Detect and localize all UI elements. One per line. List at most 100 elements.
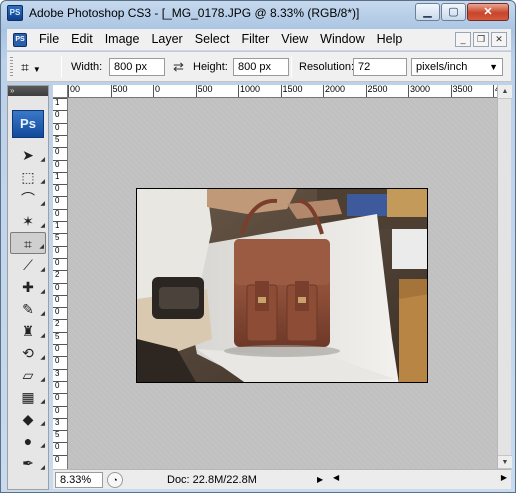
application-window: PS Adobe Photoshop CS3 - [_MG_0178.JPG @… [0, 0, 516, 493]
ruler-origin[interactable] [53, 85, 68, 98]
tool-button[interactable]: ➤ ◢ [10, 144, 46, 166]
maximize-icon: ▢ [448, 6, 459, 18]
tool-button[interactable]: ✚ ◢ [10, 276, 46, 298]
options-bar: ⌗▼ Width: ⇄ Height: Resolution: pixels/i… [7, 52, 511, 82]
ruler-tick-label: 1 [53, 171, 67, 181]
ruler-tick-label: 2 [53, 319, 67, 328]
tool-button[interactable]: ▱ ◢ [10, 364, 46, 386]
close-button[interactable]: ✕ [467, 3, 509, 21]
vertical-scrollbar[interactable]: ▲ ▼ [497, 85, 512, 469]
flyout-triangle-icon: ◢ [40, 377, 45, 383]
tools-panel-header[interactable]: » [8, 86, 48, 96]
tool-button[interactable]: ● ◢ [10, 430, 46, 452]
menu-help[interactable]: Help [371, 32, 409, 46]
ruler-tick-label: 5 [53, 430, 67, 439]
menu-layer[interactable]: Layer [145, 32, 188, 46]
doc-close-button[interactable]: ✕ [491, 32, 507, 47]
scroll-up-button[interactable]: ▲ [498, 85, 512, 99]
status-menu-arrow-icon[interactable]: ▶ [317, 475, 323, 484]
ruler-tick-label: 0 [53, 393, 67, 402]
document-image[interactable] [136, 188, 428, 383]
ruler-tick-label: 3 [53, 368, 67, 378]
clone-stamp-tool-icon: ♜ [21, 323, 35, 339]
status-bar: 8.33% ◔ Doc: 22.8M/22.8M ▶ ◀ ▶ [53, 469, 511, 489]
maximize-button[interactable]: ▢ [441, 3, 466, 21]
tool-button[interactable]: ▦ ◢ [10, 386, 46, 408]
tool-button[interactable]: ✎ ◢ [10, 298, 46, 320]
tool-button[interactable]: ♜ ◢ [10, 320, 46, 342]
menu-image[interactable]: Image [99, 32, 146, 46]
photoshop-logo[interactable]: Ps [12, 110, 44, 138]
swap-dimensions-icon[interactable]: ⇄ [173, 59, 184, 75]
ruler-tick-label: 1 [53, 98, 67, 107]
ruler-tick-label: 0 [53, 442, 67, 451]
options-bar-grip[interactable] [10, 57, 13, 77]
document-window-controls: _ ❐ ✕ [455, 32, 507, 47]
flyout-triangle-icon: ◢ [40, 157, 45, 163]
flyout-triangle-icon: ◢ [40, 311, 45, 317]
tool-button[interactable]: ✒ ◢ [10, 452, 46, 474]
navigator-icon[interactable]: ◔ [107, 472, 123, 488]
tool-button[interactable]: ⌗ ◢ [10, 232, 46, 254]
tool-button[interactable]: ⬚ ◢ [10, 166, 46, 188]
scroll-left-icon[interactable]: ◀ [333, 473, 339, 482]
flyout-triangle-icon: ◢ [40, 465, 45, 471]
tool-preset-picker[interactable]: ⌗ ▼ [21, 57, 51, 77]
ruler-tick-label: 0 [53, 110, 67, 119]
document-size[interactable]: Doc: 22.8M/22.8M [167, 474, 257, 486]
ruler-tick-label: 0 [53, 122, 67, 132]
flyout-triangle-icon: ◢ [40, 179, 45, 185]
doc-restore-button[interactable]: ❐ [473, 32, 489, 47]
arrow-up-icon: ▲ [501, 88, 509, 95]
menu-edit[interactable]: Edit [65, 32, 99, 46]
tool-button[interactable]: ⟋ ◢ [10, 254, 46, 276]
scroll-down-button[interactable]: ▼ [498, 455, 512, 469]
flyout-triangle-icon: ◢ [40, 223, 45, 229]
photoshop-app-icon[interactable]: PS [7, 5, 23, 21]
ruler-tick-label: 00 [68, 85, 80, 97]
minimize-button[interactable]: ▁ [415, 3, 440, 21]
ruler-tick-label: 0 [53, 257, 67, 267]
tool-button[interactable]: ◆ ◢ [10, 408, 46, 430]
vertical-ruler[interactable]: 1 0 0 5 0 0 1 0 0 0 1 5 0 0 2 0 0 0 2 5 0 0 3 0 0 0 3 5 0 0 [53, 98, 68, 469]
ruler-tick-label: 500 [195, 85, 213, 97]
tool-button[interactable]: ✶ ◢ [10, 210, 46, 232]
ruler-tick-label: 0 [153, 85, 160, 97]
ruler-tick-label: 0 [53, 282, 67, 292]
menu-file[interactable]: File [33, 32, 65, 46]
doc-minimize-button[interactable]: _ [455, 32, 471, 47]
menu-window[interactable]: Window [314, 32, 370, 46]
width-field[interactable] [109, 58, 165, 76]
flyout-triangle-icon: ◢ [40, 399, 45, 405]
divider [291, 56, 292, 78]
ruler-tick-label: 0 [53, 147, 67, 156]
document-menu-icon[interactable]: PS [13, 33, 27, 47]
resolution-unit-select[interactable]: pixels/inch ▼ [411, 58, 503, 76]
ruler-tick-label: 0 [53, 344, 67, 353]
menu-select[interactable]: Select [189, 32, 236, 46]
flyout-triangle-icon: ◢ [40, 355, 45, 361]
flyout-triangle-icon: ◢ [40, 421, 45, 427]
scroll-right-icon[interactable]: ▶ [501, 473, 507, 482]
ruler-tick-label: 1 [53, 221, 67, 230]
ruler-tick-label: 0 [53, 184, 67, 193]
arrow-down-icon: ▼ [501, 459, 509, 466]
menu-filter[interactable]: Filter [235, 32, 275, 46]
zoom-level-field[interactable]: 8.33% [55, 472, 103, 488]
ruler-tick-label: 500 [110, 85, 128, 97]
resolution-unit-value: pixels/inch [416, 61, 468, 73]
menu-view[interactable]: View [275, 32, 314, 46]
close-icon: ✕ [483, 6, 493, 18]
ruler-tick-label: 2 [53, 270, 67, 279]
doc-restore-icon: ❐ [476, 34, 486, 44]
ruler-tick-label: 0 [53, 196, 67, 205]
flyout-triangle-icon: ◢ [40, 201, 45, 207]
height-field[interactable] [233, 58, 289, 76]
ruler-tick-label: 0 [53, 294, 67, 304]
tool-button[interactable]: ⌒ ◢ [10, 188, 46, 210]
horizontal-ruler[interactable]: 0050005001000150020002500300035004000 [68, 85, 497, 98]
tool-button[interactable]: ⟲ ◢ [10, 342, 46, 364]
flyout-triangle-icon: ◢ [40, 289, 45, 295]
resolution-field[interactable] [353, 58, 407, 76]
ruler-tick-label: 3500 [450, 85, 473, 97]
